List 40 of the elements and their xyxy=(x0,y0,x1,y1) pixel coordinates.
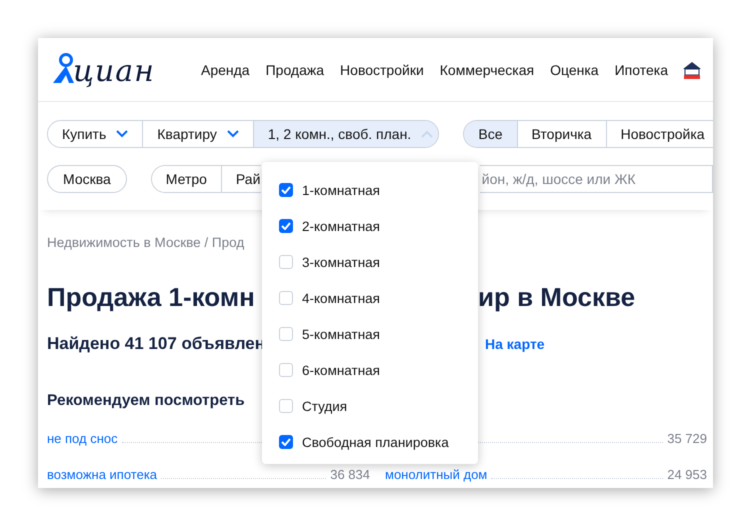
checkbox-label[interactable]: 6-комнатная xyxy=(302,362,380,378)
market-tab[interactable]: Все xyxy=(464,121,517,147)
search-field[interactable]: йон, ж/д, шоссе или ЖК xyxy=(480,165,713,193)
checkbox-label[interactable]: 5-комнатная xyxy=(302,326,380,342)
listing-count: 35 729 xyxy=(667,431,707,446)
nav-link[interactable]: Ипотека xyxy=(614,62,668,78)
checkbox-label[interactable]: Свободная планировка xyxy=(302,434,449,450)
checkbox-label[interactable]: 3-комнатная xyxy=(302,254,380,270)
recommendation-link[interactable]: монолитный дом xyxy=(385,467,488,482)
chevron-icon xyxy=(116,130,128,138)
nav-link[interactable]: Продажа xyxy=(266,62,324,78)
listing-count: 24 953 xyxy=(667,467,707,482)
nav-link[interactable]: Коммерческая xyxy=(440,62,534,78)
checkbox-label[interactable]: 4-комнатная xyxy=(302,290,380,306)
checkbox-label[interactable]: 2-комнатная xyxy=(302,218,380,234)
chevron-icon xyxy=(226,130,239,138)
filter-dropdown[interactable]: 1, 2 комн., своб. план. xyxy=(252,121,438,147)
section-title: Рекомендуем посмотреть xyxy=(47,392,245,410)
logo-text: циан xyxy=(73,56,155,86)
nav-link[interactable]: Аренда xyxy=(201,62,250,78)
map-link[interactable]: На карте xyxy=(485,336,707,352)
house-logo-icon[interactable] xyxy=(682,60,702,80)
checkbox[interactable] xyxy=(279,183,293,197)
checkbox-label[interactable]: 1-комнатная xyxy=(302,182,380,198)
nav-link[interactable]: Новостройки xyxy=(340,62,424,78)
region-button[interactable]: Москва xyxy=(47,165,127,193)
checkbox-label[interactable]: Студия xyxy=(302,398,348,414)
results-count: Найдено 41 107 объявлен xyxy=(47,334,262,354)
page-heading: Продажа 1-комн xyxy=(47,282,256,313)
market-tab[interactable]: Новостройка xyxy=(606,121,713,147)
page-heading: ир в Москве xyxy=(478,282,636,313)
recommendation-link[interactable]: не под снос xyxy=(47,431,118,446)
listing-count: 36 834 xyxy=(330,467,370,482)
breadcrumb: Недвижимость в Москве / Прод xyxy=(47,235,246,250)
nav-link[interactable]: Оценка xyxy=(550,62,599,78)
recommendation-link[interactable]: возможна ипотека xyxy=(47,467,158,482)
chevron-icon xyxy=(421,130,434,138)
checkbox[interactable] xyxy=(279,219,293,233)
geo-tab[interactable]: Рай xyxy=(220,166,261,192)
checkbox[interactable] xyxy=(279,435,293,449)
